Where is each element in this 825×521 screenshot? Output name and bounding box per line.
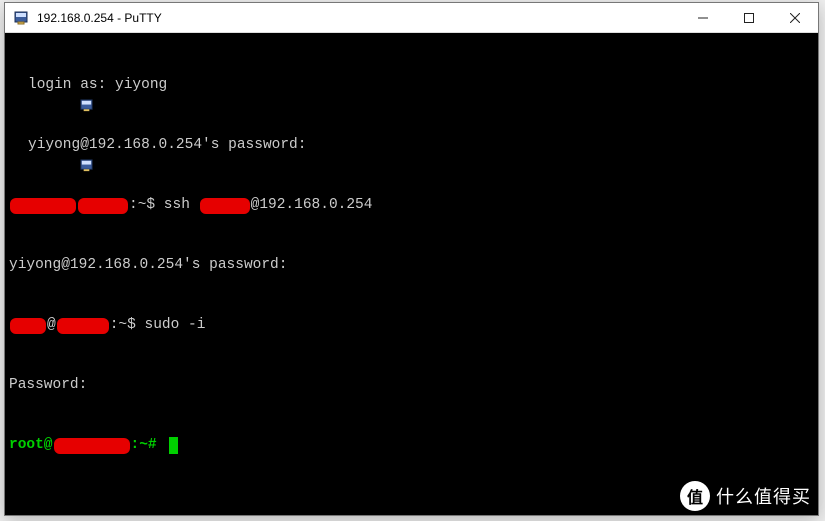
terminal-line: :~$ ssh @192.168.0.254 (9, 195, 814, 215)
login-prompt-prefix: login as: (28, 75, 115, 95)
terminal-cursor (169, 437, 178, 454)
root-prompt-prefix: root@ (9, 435, 53, 455)
password-prompt: yiyong@192.168.0.254's password: (28, 135, 306, 155)
terminal-line: @ :~$ sudo -i (9, 315, 814, 335)
redacted-text (57, 318, 109, 334)
redacted-text (200, 198, 250, 214)
password-prompt: yiyong@192.168.0.254's password: (9, 255, 287, 275)
redacted-text (10, 198, 76, 214)
putty-app-icon (13, 10, 29, 26)
minimize-button[interactable] (680, 3, 726, 32)
terminal-line: login as: yiyong (9, 75, 814, 95)
titlebar[interactable]: 192.168.0.254 - PuTTY (5, 3, 818, 33)
password-prompt: Password: (9, 375, 87, 395)
putty-line-icon (9, 78, 24, 93)
putty-window: 192.168.0.254 - PuTTY login as: yiyong y… (4, 2, 819, 516)
redacted-text (54, 438, 130, 454)
close-button[interactable] (772, 3, 818, 32)
root-prompt-suffix: :~# (131, 435, 166, 455)
window-title: 192.168.0.254 - PuTTY (35, 11, 680, 25)
maximize-button[interactable] (726, 3, 772, 32)
ssh-command-fragment: :~$ ssh (129, 195, 199, 215)
prompt-fragment: :~$ (110, 315, 145, 335)
terminal-line: root@ :~# (9, 435, 814, 455)
sudo-command: sudo -i (145, 315, 206, 335)
terminal-line: Password: (9, 375, 814, 395)
redacted-text (78, 198, 128, 214)
at-symbol: @ (47, 315, 56, 335)
putty-line-icon (9, 138, 24, 153)
terminal-line: yiyong@192.168.0.254's password: (9, 255, 814, 275)
login-username: yiyong (115, 75, 167, 95)
terminal-area[interactable]: login as: yiyong yiyong@192.168.0.254's … (5, 33, 818, 515)
redacted-text (10, 318, 46, 334)
ssh-target: @192.168.0.254 (251, 195, 373, 215)
window-controls (680, 3, 818, 32)
terminal-line: yiyong@192.168.0.254's password: (9, 135, 814, 155)
